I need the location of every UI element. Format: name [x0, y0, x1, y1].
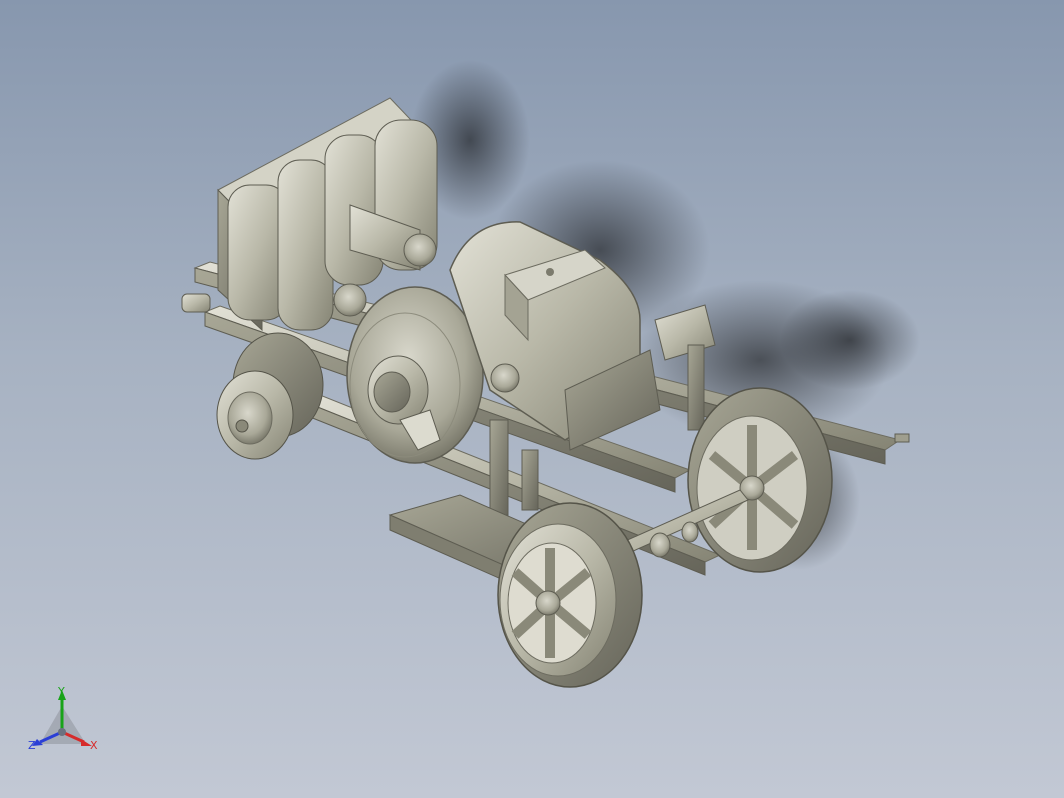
3d-viewport[interactable]: Y Z X [0, 0, 1064, 798]
rear-large-wheel[interactable] [687, 387, 833, 573]
cad-model-view[interactable] [0, 0, 1064, 798]
triad-x-label: X [90, 739, 98, 752]
triad-z-label: Z [28, 739, 36, 752]
orientation-triad[interactable]: Y Z X [22, 684, 112, 764]
rear-small-wheel[interactable] [216, 332, 324, 460]
large-pulley-disc[interactable] [346, 286, 484, 464]
triad-graphic [32, 690, 92, 746]
triad-y-label: Y [58, 685, 65, 698]
front-large-wheel[interactable] [497, 502, 643, 688]
